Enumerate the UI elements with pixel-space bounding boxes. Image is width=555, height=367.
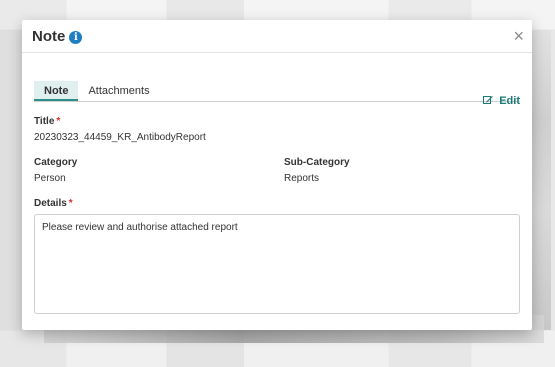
details-textarea[interactable]: Please review and authorise attached rep… [34, 214, 520, 314]
title-label: Title * [34, 116, 61, 127]
tab-note[interactable]: Note [34, 81, 79, 101]
sub-category-label: Sub-Category [284, 157, 350, 168]
tab-attachments[interactable]: Attachments [78, 81, 159, 101]
close-icon[interactable]: × [513, 27, 524, 45]
edit-button[interactable]: Edit [483, 95, 520, 107]
dialog-title: Note [32, 27, 66, 45]
details-label: Details * [34, 198, 73, 209]
edit-icon [483, 95, 496, 107]
category-column: Category Person [34, 143, 284, 184]
dialog-body: Edit Note Attachments Title * 20230323_44… [22, 81, 532, 314]
required-marker: * [56, 116, 61, 127]
title-value: 20230323_44459_KR_AntibodyReport [34, 132, 206, 143]
edit-label: Edit [499, 95, 520, 107]
dialog-header: Note i × [22, 20, 532, 53]
category-label: Category [34, 157, 78, 168]
sub-category-value: Reports [284, 173, 320, 184]
info-icon[interactable]: i [69, 30, 83, 44]
required-marker: * [68, 198, 73, 209]
category-row: Category Person Sub-Category Reports [34, 143, 520, 184]
category-value: Person [34, 173, 66, 184]
tab-bar: Note Attachments [34, 81, 520, 102]
note-dialog: Note i × Edit Note Attachments Title * 20… [22, 20, 532, 330]
sub-category-column: Sub-Category Reports [284, 143, 534, 184]
